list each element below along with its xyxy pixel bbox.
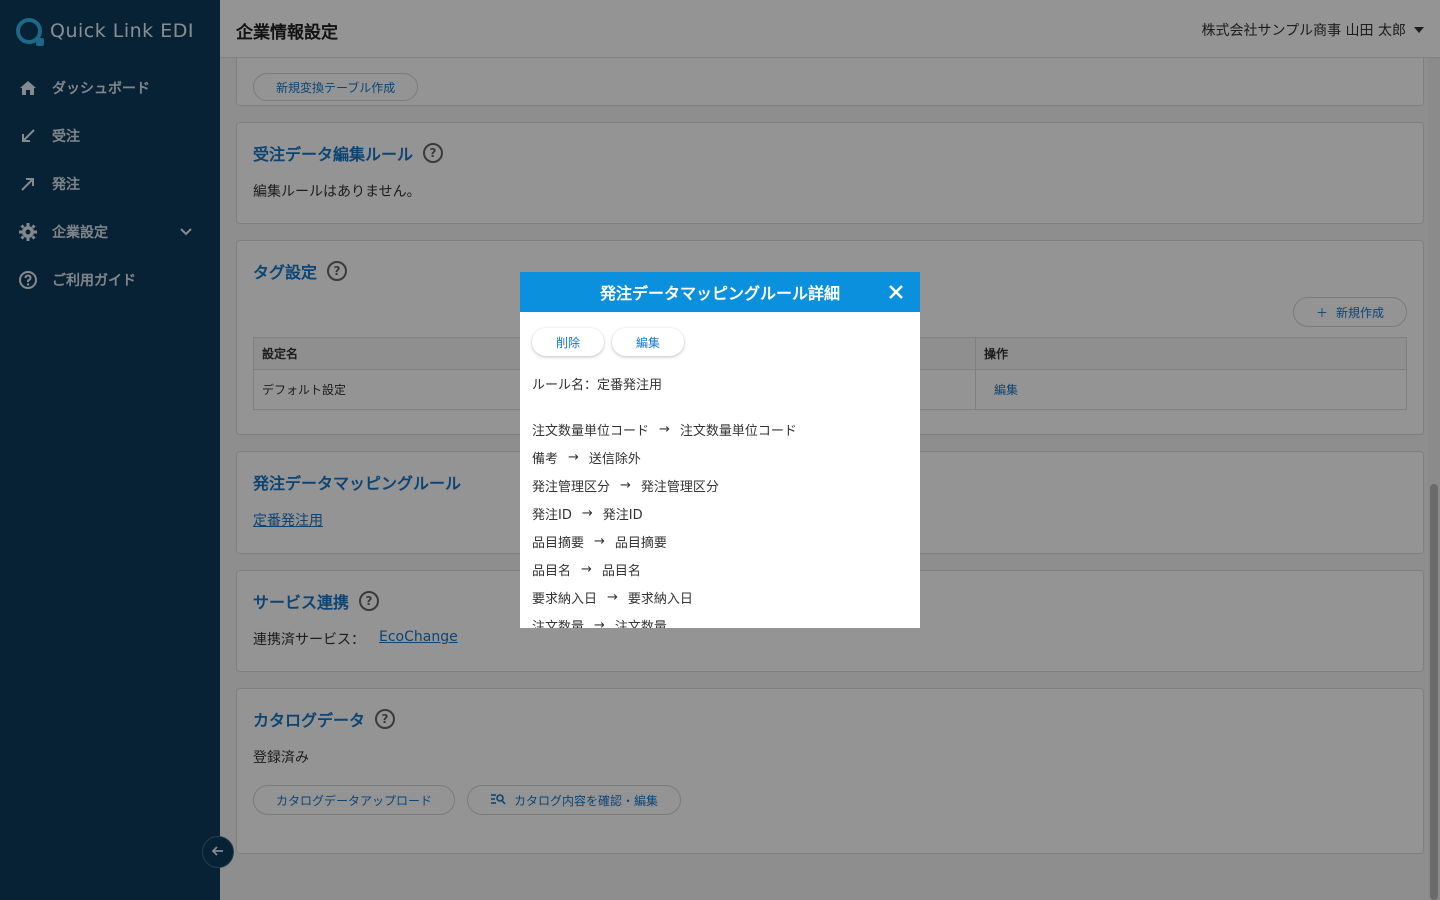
mapping-source: 品目摘要 <box>532 535 585 551</box>
close-icon[interactable] <box>884 280 908 304</box>
arrow-right-icon: → <box>581 561 592 577</box>
rule-name: ルール名：定番発注用 <box>532 378 663 393</box>
arrow-right-icon: → <box>607 589 618 605</box>
mapping-target: 送信除外 <box>588 451 641 467</box>
mapping-row: 注文数量 → 注文数量 <box>532 611 908 629</box>
mapping-row: 品目摘要 → 品目摘要 <box>532 527 908 555</box>
arrow-right-icon: → <box>594 533 605 549</box>
mapping-list: 注文数量単位コード → 注文数量単位コード 備考 → 送信除外 発注管理区分 →… <box>532 415 908 629</box>
mapping-row: 備考 → 送信除外 <box>532 443 908 471</box>
mapping-source: 注文数量単位コード <box>532 423 650 439</box>
edit-button[interactable]: 編集 <box>612 328 685 356</box>
mapping-row: 発注管理区分 → 発注管理区分 <box>532 471 908 499</box>
mapping-source: 注文数量 <box>532 619 585 629</box>
mapping-source: 備考 <box>532 451 559 467</box>
mapping-rule-detail-dialog: 発注データマッピングルール詳細 削除 編集 ルール名：定番発注用 注文数量単位コ… <box>520 272 920 628</box>
arrow-right-icon: → <box>581 505 593 521</box>
mapping-target: 品目名 <box>601 563 641 579</box>
mapping-source: 品目名 <box>532 563 572 579</box>
mapping-target: 注文数量 <box>614 619 667 629</box>
mapping-target: 品目摘要 <box>614 535 667 551</box>
dialog-actions: 削除 編集 <box>532 328 908 356</box>
mapping-row: 注文数量単位コード → 注文数量単位コード <box>532 415 908 443</box>
arrow-right-icon: → <box>568 449 579 465</box>
mapping-row: 発注ID → 発注ID <box>532 499 908 527</box>
delete-button[interactable]: 削除 <box>532 328 605 356</box>
mapping-target: 注文数量単位コード <box>679 423 797 439</box>
mapping-source: 発注ID <box>532 507 572 523</box>
mapping-target: 発注管理区分 <box>640 479 719 495</box>
mapping-row: 品目名 → 品目名 <box>532 555 908 583</box>
mapping-target: 発注ID <box>602 507 643 523</box>
mapping-source: 発注管理区分 <box>532 479 611 495</box>
arrow-right-icon: → <box>594 617 605 629</box>
arrow-right-icon: → <box>620 477 631 493</box>
dialog-body: 削除 編集 ルール名：定番発注用 注文数量単位コード → 注文数量単位コード 備… <box>520 312 920 628</box>
mapping-row: 要求納入日 → 要求納入日 <box>532 583 908 611</box>
dialog-header: 発注データマッピングルール詳細 <box>520 272 920 312</box>
mapping-source: 要求納入日 <box>532 591 598 607</box>
dialog-title: 発注データマッピングルール詳細 <box>599 284 840 303</box>
mapping-target: 要求納入日 <box>627 591 693 607</box>
arrow-right-icon: → <box>659 421 670 437</box>
